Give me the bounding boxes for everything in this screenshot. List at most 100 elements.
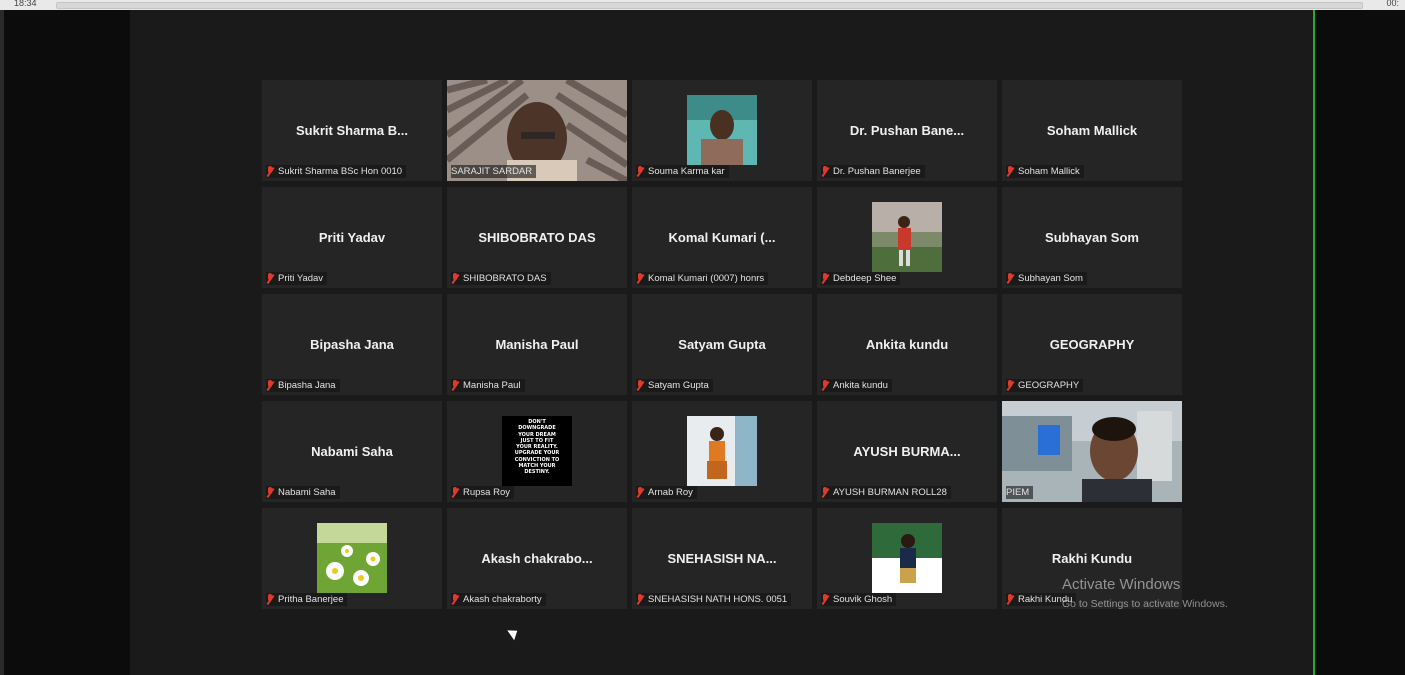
participant-label: Manisha Paul	[451, 379, 525, 392]
mic-muted-icon	[451, 487, 459, 498]
participant-label: Rupsa Roy	[451, 486, 514, 499]
participant-tile[interactable]: Satyam Gupta Satyam Gupta	[632, 294, 812, 395]
participant-name: Ankita kundu	[865, 337, 949, 352]
seek-track[interactable]	[56, 2, 1363, 9]
active-speaker-tile[interactable]: PIEM	[1002, 401, 1182, 502]
participant-tile[interactable]: Sukrit Sharma B... Sukrit Sharma BSc Hon…	[262, 80, 442, 181]
participant-label-text: Debdeep Shee	[833, 273, 897, 284]
participant-tile[interactable]: Rakhi Kundu Rakhi Kundu	[1002, 508, 1182, 609]
activate-windows-subtitle: Go to Settings to activate Windows.	[1062, 598, 1228, 610]
participant-name: Bipasha Jana	[310, 337, 394, 352]
mic-muted-icon	[1006, 166, 1014, 177]
participant-tile[interactable]: Bipasha Jana Bipasha Jana	[262, 294, 442, 395]
participant-tile[interactable]: AYUSH BURMA... AYUSH BURMAN ROLL28	[817, 401, 997, 502]
participant-gallery: Sukrit Sharma B... Sukrit Sharma BSc Hon…	[262, 80, 1182, 609]
participant-label-text: Soham Mallick	[1018, 166, 1080, 177]
time-remaining: 00:	[1386, 0, 1399, 8]
participant-label-text: SARAJIT SARDAR	[451, 166, 533, 177]
mic-muted-icon	[821, 594, 829, 605]
participant-name: Dr. Pushan Bane...	[849, 123, 965, 138]
participant-label: PIEM	[1006, 486, 1034, 499]
participant-label-text: Souma Karma kar	[648, 166, 725, 177]
participant-tile[interactable]: Ankita kundu Ankita kundu	[817, 294, 997, 395]
mic-muted-icon	[266, 594, 274, 605]
mic-muted-icon	[821, 273, 829, 284]
participant-label: Debdeep Shee	[821, 272, 901, 285]
participant-tile[interactable]: Arnab Roy	[632, 401, 812, 502]
participant-label-text: Manisha Paul	[463, 380, 521, 391]
participant-label: Subhayan Som	[1006, 272, 1087, 285]
participant-label-text: Ankita kundu	[833, 380, 888, 391]
participant-label: Komal Kumari (0007) honrs	[636, 272, 769, 285]
profile-photo	[872, 523, 942, 593]
participant-tile[interactable]: Debdeep Shee	[817, 187, 997, 288]
participant-tile[interactable]: Dr. Pushan Bane... Dr. Pushan Banerjee	[817, 80, 997, 181]
participant-tile[interactable]: Souvik Ghosh	[817, 508, 997, 609]
participant-label-text: Arnab Roy	[648, 487, 693, 498]
participant-label: Souvik Ghosh	[821, 593, 897, 606]
participant-label: AYUSH BURMAN ROLL28	[821, 486, 951, 499]
participant-label-text: Nabami Saha	[278, 487, 336, 498]
participant-tile[interactable]: Subhayan Som Subhayan Som	[1002, 187, 1182, 288]
participant-label-text: Sukrit Sharma BSc Hon 0010	[278, 166, 403, 177]
mic-muted-icon	[821, 487, 829, 498]
participant-tile[interactable]: Komal Kumari (... Komal Kumari (0007) ho…	[632, 187, 812, 288]
participant-name: Satyam Gupta	[678, 337, 766, 352]
quote-image: DON'T DOWNGRADE YOUR DREAM JUST TO FIT Y…	[502, 416, 572, 486]
participant-label-text: SNEHASISH NATH HONS. 0051	[648, 594, 788, 605]
participant-name: Nabami Saha	[311, 444, 393, 459]
profile-photo	[872, 202, 942, 272]
participant-label: Ankita kundu	[821, 379, 892, 392]
participant-tile[interactable]: SNEHASISH NA... SNEHASISH NATH HONS. 005…	[632, 508, 812, 609]
participant-label-text: PIEM	[1006, 487, 1030, 498]
participant-name: Komal Kumari (...	[668, 230, 776, 245]
participant-label: Satyam Gupta	[636, 379, 713, 392]
mic-muted-icon	[266, 380, 274, 391]
participant-label: Souma Karma kar	[636, 165, 729, 178]
participant-tile-video[interactable]: SARAJIT SARDAR	[447, 80, 627, 181]
mic-muted-icon	[636, 487, 644, 498]
participant-label-text: Satyam Gupta	[648, 380, 709, 391]
mic-muted-icon	[266, 487, 274, 498]
participant-label-text: Pritha Banerjee	[278, 594, 344, 605]
media-progress-bar[interactable]: 18:34 00:	[0, 0, 1405, 10]
participant-name: GEOGRAPHY	[1049, 337, 1135, 352]
participant-name: Priti Yadav	[318, 230, 386, 245]
profile-photo	[687, 416, 757, 486]
time-elapsed: 18:34	[14, 0, 37, 8]
participant-tile[interactable]: SHIBOBRATO DAS SHIBOBRATO DAS	[447, 187, 627, 288]
activate-windows-title: Activate Windows	[1062, 576, 1181, 593]
quote-line: DESTINY.	[524, 469, 550, 476]
mic-muted-icon	[636, 594, 644, 605]
mic-muted-icon	[636, 166, 644, 177]
mic-muted-icon	[1006, 273, 1014, 284]
participant-tile[interactable]: Souma Karma kar	[632, 80, 812, 181]
participant-tile[interactable]: Pritha Banerjee	[262, 508, 442, 609]
mic-muted-icon	[451, 594, 459, 605]
participant-tile[interactable]: Soham Mallick Soham Mallick	[1002, 80, 1182, 181]
participant-label-text: Subhayan Som	[1018, 273, 1083, 284]
participant-name: AYUSH BURMA...	[853, 444, 961, 459]
screen-share-border	[1313, 10, 1315, 675]
participant-label-text: Bipasha Jana	[278, 380, 336, 391]
left-edge	[0, 10, 4, 675]
participant-label: SNEHASISH NATH HONS. 0051	[636, 593, 792, 606]
participant-name: Soham Mallick	[1046, 123, 1138, 138]
participant-tile[interactable]: DON'T DOWNGRADE YOUR DREAM JUST TO FIT Y…	[447, 401, 627, 502]
participant-label-text: Akash chakraborty	[463, 594, 542, 605]
participant-label-text: AYUSH BURMAN ROLL28	[833, 487, 947, 498]
participant-tile[interactable]: Priti Yadav Priti Yadav	[262, 187, 442, 288]
mic-muted-icon	[821, 166, 829, 177]
participant-label-text: Souvik Ghosh	[833, 594, 893, 605]
mic-muted-icon	[821, 380, 829, 391]
participant-name: Manisha Paul	[495, 337, 579, 352]
participant-tile[interactable]: Nabami Saha Nabami Saha	[262, 401, 442, 502]
participant-label: Nabami Saha	[266, 486, 340, 499]
participant-tile[interactable]: Manisha Paul Manisha Paul	[447, 294, 627, 395]
profile-photo	[317, 523, 387, 593]
participant-tile[interactable]: Akash chakrabo... Akash chakraborty	[447, 508, 627, 609]
participant-tile[interactable]: GEOGRAPHY GEOGRAPHY	[1002, 294, 1182, 395]
participant-label-text: SHIBOBRATO DAS	[463, 273, 547, 284]
participant-name: Rakhi Kundu	[1051, 551, 1133, 566]
mic-muted-icon	[266, 273, 274, 284]
